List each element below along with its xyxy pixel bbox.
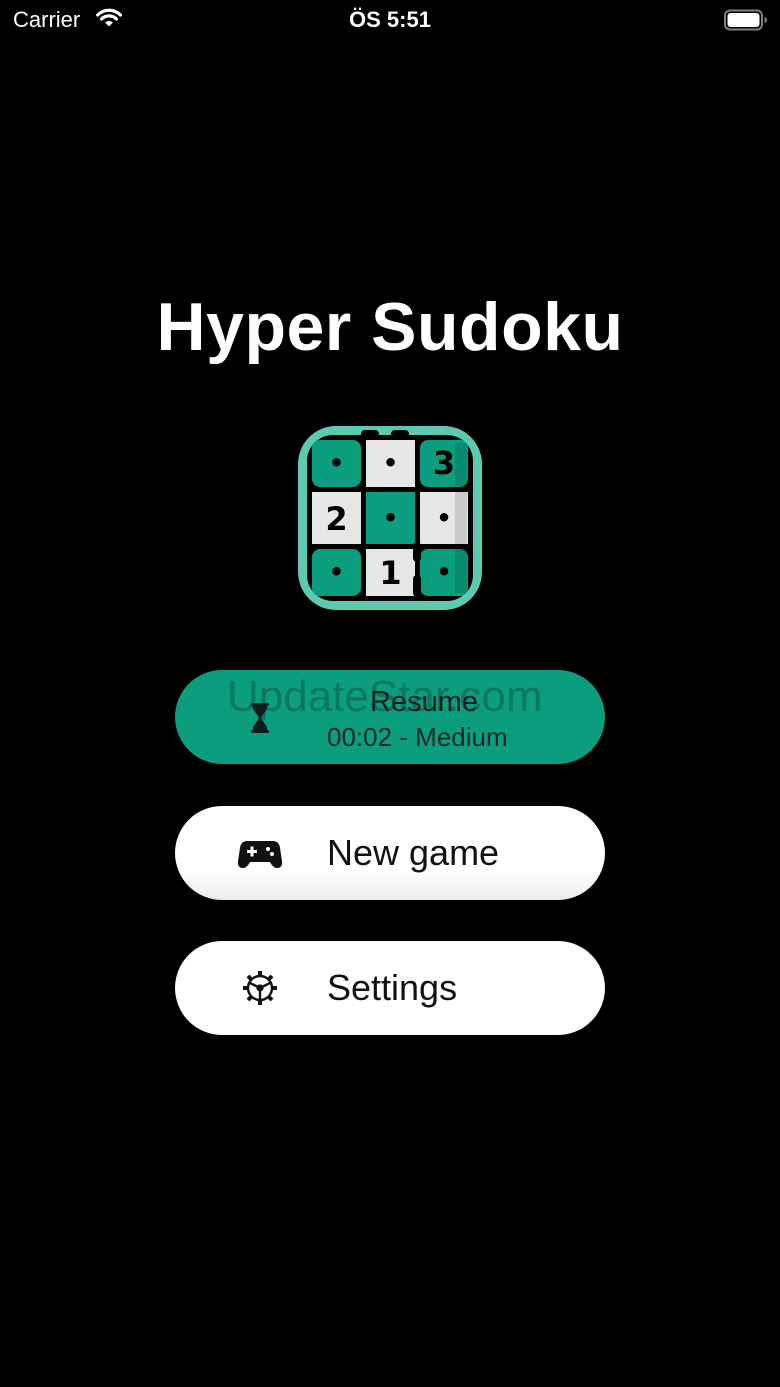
- logo-cell-glyph: •: [436, 558, 451, 586]
- sudoku-grid-logo: • • 3 2 • • • 1 •: [298, 426, 482, 610]
- battery-full-icon: [724, 9, 767, 31]
- gear-icon: [243, 971, 277, 1005]
- status-time: ÖS 5:51: [349, 7, 431, 32]
- app-title: Hyper Sudoku: [156, 289, 624, 365]
- new-game-label: New game: [327, 832, 500, 873]
- logo-cell-glyph: •: [383, 504, 398, 532]
- logo-cell-glyph: •: [329, 558, 344, 586]
- logo-cell-glyph: •: [383, 449, 398, 477]
- logo-cell-glyph: 3: [433, 444, 455, 482]
- new-game-button[interactable]: New game: [175, 806, 605, 900]
- status-bar: Carrier ÖS 5:51: [0, 0, 780, 40]
- resume-detail: 00:02 - Medium: [327, 722, 508, 752]
- logo-cell-glyph: •: [436, 504, 451, 532]
- settings-label: Settings: [327, 967, 458, 1008]
- logo-cell-glyph: •: [329, 449, 344, 477]
- logo-cell-glyph: 1: [379, 554, 401, 592]
- settings-button[interactable]: Settings: [175, 941, 605, 1035]
- resume-button[interactable]: UpdateStar.com Resume 00:02 - Medium: [175, 670, 605, 764]
- resume-label: Resume: [370, 686, 478, 718]
- logo-cell-glyph: 2: [325, 500, 347, 538]
- gamepad-icon: [237, 841, 283, 868]
